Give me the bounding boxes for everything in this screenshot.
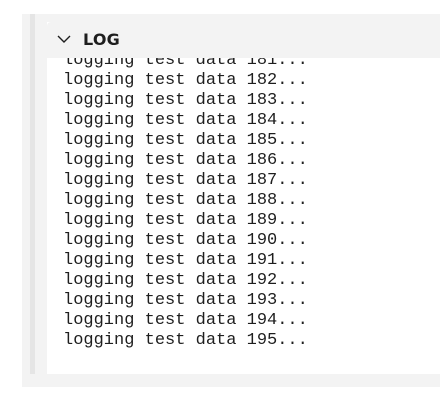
panel-bottom-strip <box>35 374 440 387</box>
log-line: logging test data 192... <box>63 271 308 290</box>
log-line: logging test data 189... <box>63 211 308 230</box>
log-line: logging test data 190... <box>63 231 308 250</box>
log-output: logging test data 181... logging test da… <box>63 51 308 351</box>
log-panel: LOG logging test data 181... logging tes… <box>47 22 440 374</box>
log-line: logging test data 193... <box>63 291 308 310</box>
log-line: logging test data 183... <box>63 91 308 110</box>
log-section-title: LOG <box>83 30 120 49</box>
log-line: logging test data 194... <box>63 311 308 330</box>
chevron-down-icon[interactable] <box>57 34 71 44</box>
log-line: logging test data 184... <box>63 111 308 130</box>
log-line: logging test data 195... <box>63 331 308 350</box>
log-line: logging test data 182... <box>63 71 308 90</box>
panel-left-border <box>30 14 35 374</box>
log-line: logging test data 191... <box>63 251 308 270</box>
log-section-header[interactable]: LOG <box>47 22 440 58</box>
log-line: logging test data 185... <box>63 131 308 150</box>
log-line: logging test data 187... <box>63 171 308 190</box>
log-line: logging test data 186... <box>63 151 308 170</box>
log-line: logging test data 188... <box>63 191 308 210</box>
